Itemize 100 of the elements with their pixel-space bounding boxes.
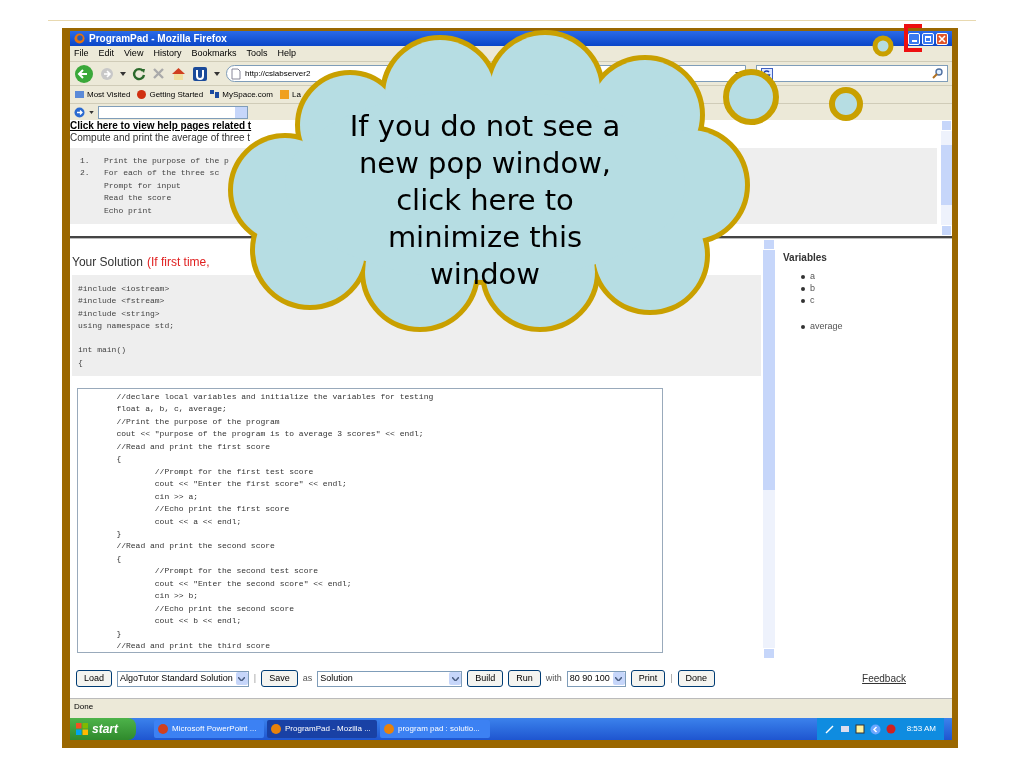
bullet-icon xyxy=(801,325,805,329)
code-line: //Print the purpose of the program xyxy=(115,415,280,428)
label-text: with xyxy=(545,671,562,685)
bookmark-icon xyxy=(136,89,148,100)
thought-bubble xyxy=(872,35,894,57)
action-button[interactable]: Save xyxy=(261,670,298,687)
bookmark-icon xyxy=(74,89,85,100)
search-field[interactable] xyxy=(756,65,948,82)
dropdown[interactable]: 80 90 100 xyxy=(566,670,626,687)
home-icon[interactable] xyxy=(171,66,186,81)
label-text: as xyxy=(302,671,313,685)
action-button[interactable]: Done xyxy=(677,670,716,687)
variable-name: a xyxy=(810,270,815,284)
arrow-icon[interactable] xyxy=(74,106,85,118)
code-line: //Prompt for the second test score xyxy=(153,565,319,578)
step-text: Prompt for input xyxy=(104,180,181,190)
minimize-button[interactable] xyxy=(908,32,920,45)
scrollbar-thumb[interactable] xyxy=(763,250,775,490)
code-line: { xyxy=(115,552,122,565)
thought-bubble xyxy=(723,69,779,125)
bookmark-link[interactable]: MySpace.com xyxy=(222,88,273,101)
maximize-button[interactable] xyxy=(922,32,934,45)
reload-icon[interactable] xyxy=(132,66,146,81)
code-line: cin >> a; xyxy=(153,490,199,503)
code-line: //Read and print the second score xyxy=(115,540,275,553)
dropdown-icon[interactable] xyxy=(89,110,94,114)
bookmark-icon xyxy=(278,89,290,100)
code-line: //declare local variables and initialize the variables for testing xyxy=(115,391,434,403)
action-button[interactable]: Print xyxy=(630,670,666,687)
dropdown[interactable]: AlgoTutor Standard Solution xyxy=(117,670,249,687)
taskbar-button[interactable]: program pad : solutio... xyxy=(380,720,490,738)
code-line: float a, b, c, average; xyxy=(115,403,227,416)
scrollbar-thumb[interactable] xyxy=(941,145,952,205)
close-button[interactable] xyxy=(936,32,948,45)
step-text: Print the purpose of the p xyxy=(104,155,229,167)
taskbar-button[interactable]: Microsoft PowerPoint ... xyxy=(154,720,264,738)
menu-item[interactable]: Tools xyxy=(246,46,268,61)
callout-text[interactable]: If you do not see a new pop window, click here to minimize this window xyxy=(295,108,675,293)
code-line: cout << "Enter the first score" << endl; xyxy=(153,478,347,491)
variable-name: c xyxy=(810,294,815,308)
code-line: cout << b << endl; xyxy=(153,615,242,628)
menu-item[interactable]: Bookmarks xyxy=(191,46,237,61)
separator-text: | xyxy=(670,671,673,685)
menu-item[interactable]: File xyxy=(74,46,89,61)
menu-item[interactable]: Edit xyxy=(98,46,115,61)
problem-description: Compute and print the average of three t xyxy=(70,132,251,144)
code-line: cin >> b; xyxy=(153,590,199,603)
tray-icon[interactable] xyxy=(839,724,850,734)
toolbar-icon[interactable] xyxy=(192,65,208,82)
dropdown-icon[interactable] xyxy=(120,71,126,76)
dropdown[interactable]: Solution xyxy=(317,670,463,687)
status-text: Done xyxy=(74,700,94,713)
action-button[interactable]: Load xyxy=(76,670,113,687)
app-icon xyxy=(158,724,168,734)
code-line: cout << a << endl; xyxy=(153,515,242,528)
code-line: cout << "Enter the second score" << endl; xyxy=(153,577,352,590)
code-line: //Read and print the third score xyxy=(115,640,271,652)
bookmark-link[interactable]: La xyxy=(291,88,301,101)
app-icon xyxy=(271,724,281,734)
code-line: { xyxy=(78,356,83,369)
variable-name: average xyxy=(810,320,843,334)
code-line: using namespace std; xyxy=(78,319,174,332)
action-button[interactable]: Build xyxy=(467,670,504,687)
variable-name: b xyxy=(810,282,815,296)
bullet-icon xyxy=(801,275,805,279)
code-line: //Read and print the first score xyxy=(115,440,271,453)
action-button[interactable]: Run xyxy=(508,670,541,687)
firefox-icon xyxy=(74,33,85,44)
back-button[interactable] xyxy=(74,63,94,84)
code-line: //Echo print the first score xyxy=(153,503,290,516)
code-line: #include <string> xyxy=(78,307,160,320)
taskbar-button[interactable]: ProgramPad - Mozilla ... xyxy=(267,720,377,738)
dropdown-icon[interactable] xyxy=(214,71,220,76)
code-line: //Prompt for the first test score xyxy=(153,465,314,478)
search-icon[interactable] xyxy=(932,68,943,79)
separator-text: | xyxy=(253,671,257,685)
bookmark-link[interactable]: Getting Started xyxy=(149,88,204,101)
bullet-icon xyxy=(801,299,805,303)
help-link[interactable]: Click here to view help pages related t xyxy=(70,120,252,132)
clock: 8:53 AM xyxy=(906,723,936,735)
bookmark-link[interactable]: Most Visited xyxy=(87,88,131,101)
section-heading: Your Solution xyxy=(72,254,143,271)
menu-item[interactable]: History xyxy=(153,46,182,61)
code-line: } xyxy=(115,528,122,540)
code-line: cout << "purpose of the program is to average 3 scores" << endl; xyxy=(115,428,424,441)
code-line: { xyxy=(115,453,122,466)
app-icon xyxy=(384,724,394,734)
tray-icon[interactable] xyxy=(854,724,865,734)
menu-item[interactable]: View xyxy=(124,46,144,61)
step-text: Echo print xyxy=(104,205,152,215)
code-line: //Echo print the second score xyxy=(153,602,295,615)
thought-bubble xyxy=(829,87,863,121)
code-line: #include <fstream> xyxy=(78,295,165,308)
menu-item[interactable]: Help xyxy=(277,46,296,61)
code-line: #include <iostream> xyxy=(78,283,170,295)
feedback-link[interactable]: Feedback xyxy=(862,671,906,686)
window-title: ProgramPad - Mozilla Firefox xyxy=(89,32,227,46)
step-text: Read the score xyxy=(104,193,172,203)
bullet-icon xyxy=(801,287,805,291)
code-editor[interactable] xyxy=(77,388,663,653)
